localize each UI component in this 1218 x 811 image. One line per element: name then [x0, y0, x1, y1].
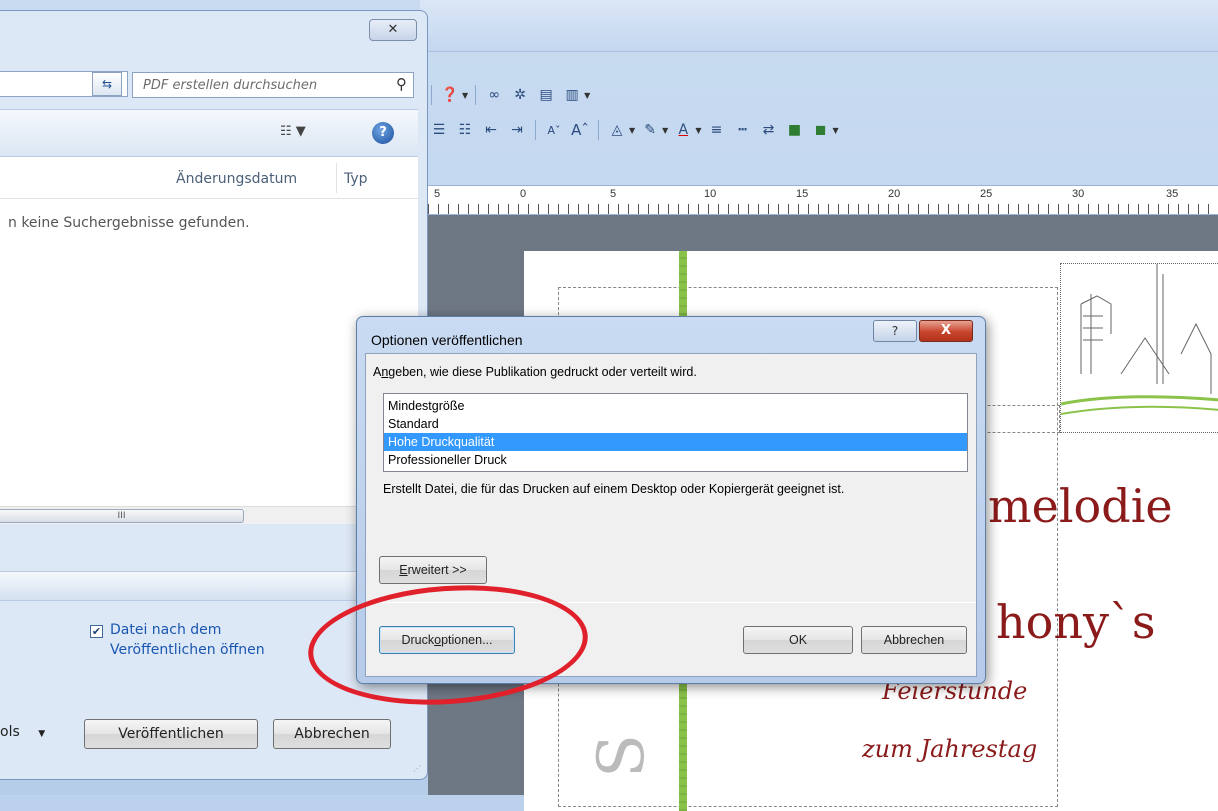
- dropdown-arrow-icon[interactable]: ▼: [584, 91, 590, 100]
- divider: [366, 602, 976, 603]
- views-menu-icon[interactable]: ☷ ▼: [280, 124, 306, 139]
- print-options-prefix: Druck: [401, 633, 435, 647]
- advanced-mnemonic: E: [399, 563, 408, 577]
- ruler-number: 30: [1072, 188, 1085, 200]
- dropdown-arrow-icon[interactable]: ▼: [629, 126, 635, 135]
- dropdown-arrow-icon[interactable]: ▼: [662, 126, 668, 135]
- increase-font-size-icon[interactable]: Aˆ: [569, 119, 591, 141]
- linked-text-box-icon[interactable]: ▥: [561, 84, 583, 106]
- ruler-number: 0: [520, 188, 527, 200]
- dialog-title: Optionen veröffentlichen: [371, 332, 523, 348]
- close-button[interactable]: ✕: [369, 19, 417, 41]
- dash-style-icon[interactable]: ┅: [731, 119, 753, 141]
- line-style-icon[interactable]: ≡: [705, 119, 727, 141]
- help-icon[interactable]: ❓: [439, 84, 461, 106]
- document-heading-fragment[interactable]: melodie: [988, 479, 1173, 533]
- refresh-icon[interactable]: ⇆: [92, 72, 122, 96]
- toolbar-separator: [535, 120, 536, 140]
- fill-color-icon[interactable]: ◬: [606, 119, 628, 141]
- cancel-button[interactable]: Abbrechen: [273, 719, 391, 749]
- column-header-date[interactable]: Änderungsdatum: [176, 171, 297, 187]
- command-bar: ☷ ▼ ?: [0, 109, 418, 157]
- publish-options-dialog: Optionen veröffentlichen ? X Angeben, wi…: [356, 316, 986, 684]
- help-button[interactable]: ?: [873, 320, 917, 342]
- document-occasion-line[interactable]: zum Jahrestag: [862, 735, 1037, 763]
- standard-toolbar: ❓ ▼ ∞ ✲ ▤ ▥ ▼: [428, 82, 590, 108]
- ok-button[interactable]: OK: [743, 626, 853, 654]
- tools-label: ols: [0, 724, 20, 740]
- decrease-indent-icon[interactable]: ⇤: [480, 119, 502, 141]
- advanced-label: rweitert >>: [407, 563, 467, 577]
- ruler-ticks: [428, 204, 1218, 214]
- arrow-style-icon[interactable]: ⇄: [757, 119, 779, 141]
- formatting-toolbar: ☰ ☷ ⇤ ⇥ Aˇ Aˆ ◬ ▼ ✎ ▼ A ▼ ≡ ┅ ⇄ ■ ◼ ▼: [428, 117, 839, 143]
- hyperlink-icon[interactable]: ∞: [483, 84, 505, 106]
- publish-button[interactable]: Veröffentlichen: [84, 719, 258, 749]
- dropdown-arrow-icon[interactable]: ▼: [462, 91, 468, 100]
- numbering-icon[interactable]: ☰: [428, 119, 450, 141]
- tools-menu[interactable]: ols ▼: [0, 724, 45, 740]
- decrease-font-size-icon[interactable]: Aˇ: [543, 119, 565, 141]
- toolbar-separator: [475, 85, 477, 105]
- search-input[interactable]: PDF erstellen durchsuchen ⚲: [132, 72, 414, 98]
- chevron-down-icon: ▼: [38, 729, 46, 739]
- ruler-number: 25: [980, 188, 993, 200]
- toolbar-separator: [431, 85, 432, 105]
- quality-listbox[interactable]: Mindestgröße Standard Hohe Druckqualität…: [383, 393, 968, 472]
- list-item-minimum-size[interactable]: Mindestgröße: [384, 397, 967, 415]
- dropdown-arrow-icon[interactable]: ▼: [832, 126, 838, 135]
- search-icon[interactable]: ⚲: [396, 75, 407, 93]
- file-list-header: Änderungsdatum Typ: [0, 157, 418, 199]
- shadow-style-icon[interactable]: ■: [783, 119, 805, 141]
- instruction-rest: geben, wie diese Publikation gedruckt od…: [388, 365, 697, 379]
- horizontal-ruler[interactable]: 5 0 5 10 15 20 25 30 35: [428, 185, 1218, 215]
- list-item-professional[interactable]: Professioneller Druck: [384, 451, 967, 469]
- ruler-number: 15: [796, 188, 809, 200]
- bullets-icon[interactable]: ☷: [454, 119, 476, 141]
- text-box-icon[interactable]: ▤: [535, 84, 557, 106]
- search-placeholder: PDF erstellen durchsuchen: [143, 78, 318, 93]
- column-divider[interactable]: [336, 163, 337, 193]
- document-name-fragment[interactable]: hony`s: [996, 595, 1156, 649]
- toolbar-separator: [598, 120, 599, 140]
- dialog-body: Angeben, wie diese Publikation gedruckt …: [365, 353, 977, 677]
- ruler-number: 35: [1166, 188, 1179, 200]
- dropdown-arrow-icon[interactable]: ▼: [695, 126, 701, 135]
- instruction-label: Angeben, wie diese Publikation gedruckt …: [373, 365, 697, 379]
- cancel-button[interactable]: Abbrechen: [861, 626, 967, 654]
- open-after-publish-checkbox[interactable]: ✔: [90, 625, 103, 638]
- option-description: Erstellt Datei, die für das Drucken auf …: [383, 482, 845, 496]
- line-color-icon[interactable]: ✎: [639, 119, 661, 141]
- increase-indent-icon[interactable]: ⇥: [506, 119, 528, 141]
- 3d-style-icon[interactable]: ◼: [809, 119, 831, 141]
- empty-results-message: n keine Suchergebnisse gefunden.: [8, 215, 250, 231]
- close-button[interactable]: X: [919, 320, 973, 342]
- publisher-title-bar: [420, 0, 1218, 52]
- print-options-rest: ptionen...: [441, 633, 493, 647]
- help-icon[interactable]: ?: [372, 122, 394, 144]
- ruler-number: 10: [704, 188, 717, 200]
- ruler-number: 5: [434, 188, 441, 200]
- list-item-standard[interactable]: Standard: [384, 415, 967, 433]
- font-color-icon[interactable]: A: [672, 119, 694, 141]
- ruler-number: 5: [610, 188, 617, 200]
- church-sketch-image: [1061, 264, 1218, 415]
- list-item-high-quality[interactable]: Hohe Druckqualität: [384, 433, 967, 451]
- column-header-type[interactable]: Typ: [344, 171, 368, 187]
- advanced-button[interactable]: Erweitert >>: [379, 556, 487, 584]
- print-options-button[interactable]: Druckoptionen...: [379, 626, 515, 654]
- church-sketch-picture[interactable]: [1060, 263, 1218, 433]
- resize-grip-icon[interactable]: ⋰: [413, 764, 421, 773]
- open-after-publish-label[interactable]: Datei nach dem Veröffentlichen öffnen: [110, 620, 310, 660]
- ruler-number: 20: [888, 188, 901, 200]
- scrollbar-thumb[interactable]: III: [0, 509, 244, 523]
- vertical-text-fragment[interactable]: S: [585, 734, 659, 778]
- wrap-text-icon[interactable]: ✲: [509, 84, 531, 106]
